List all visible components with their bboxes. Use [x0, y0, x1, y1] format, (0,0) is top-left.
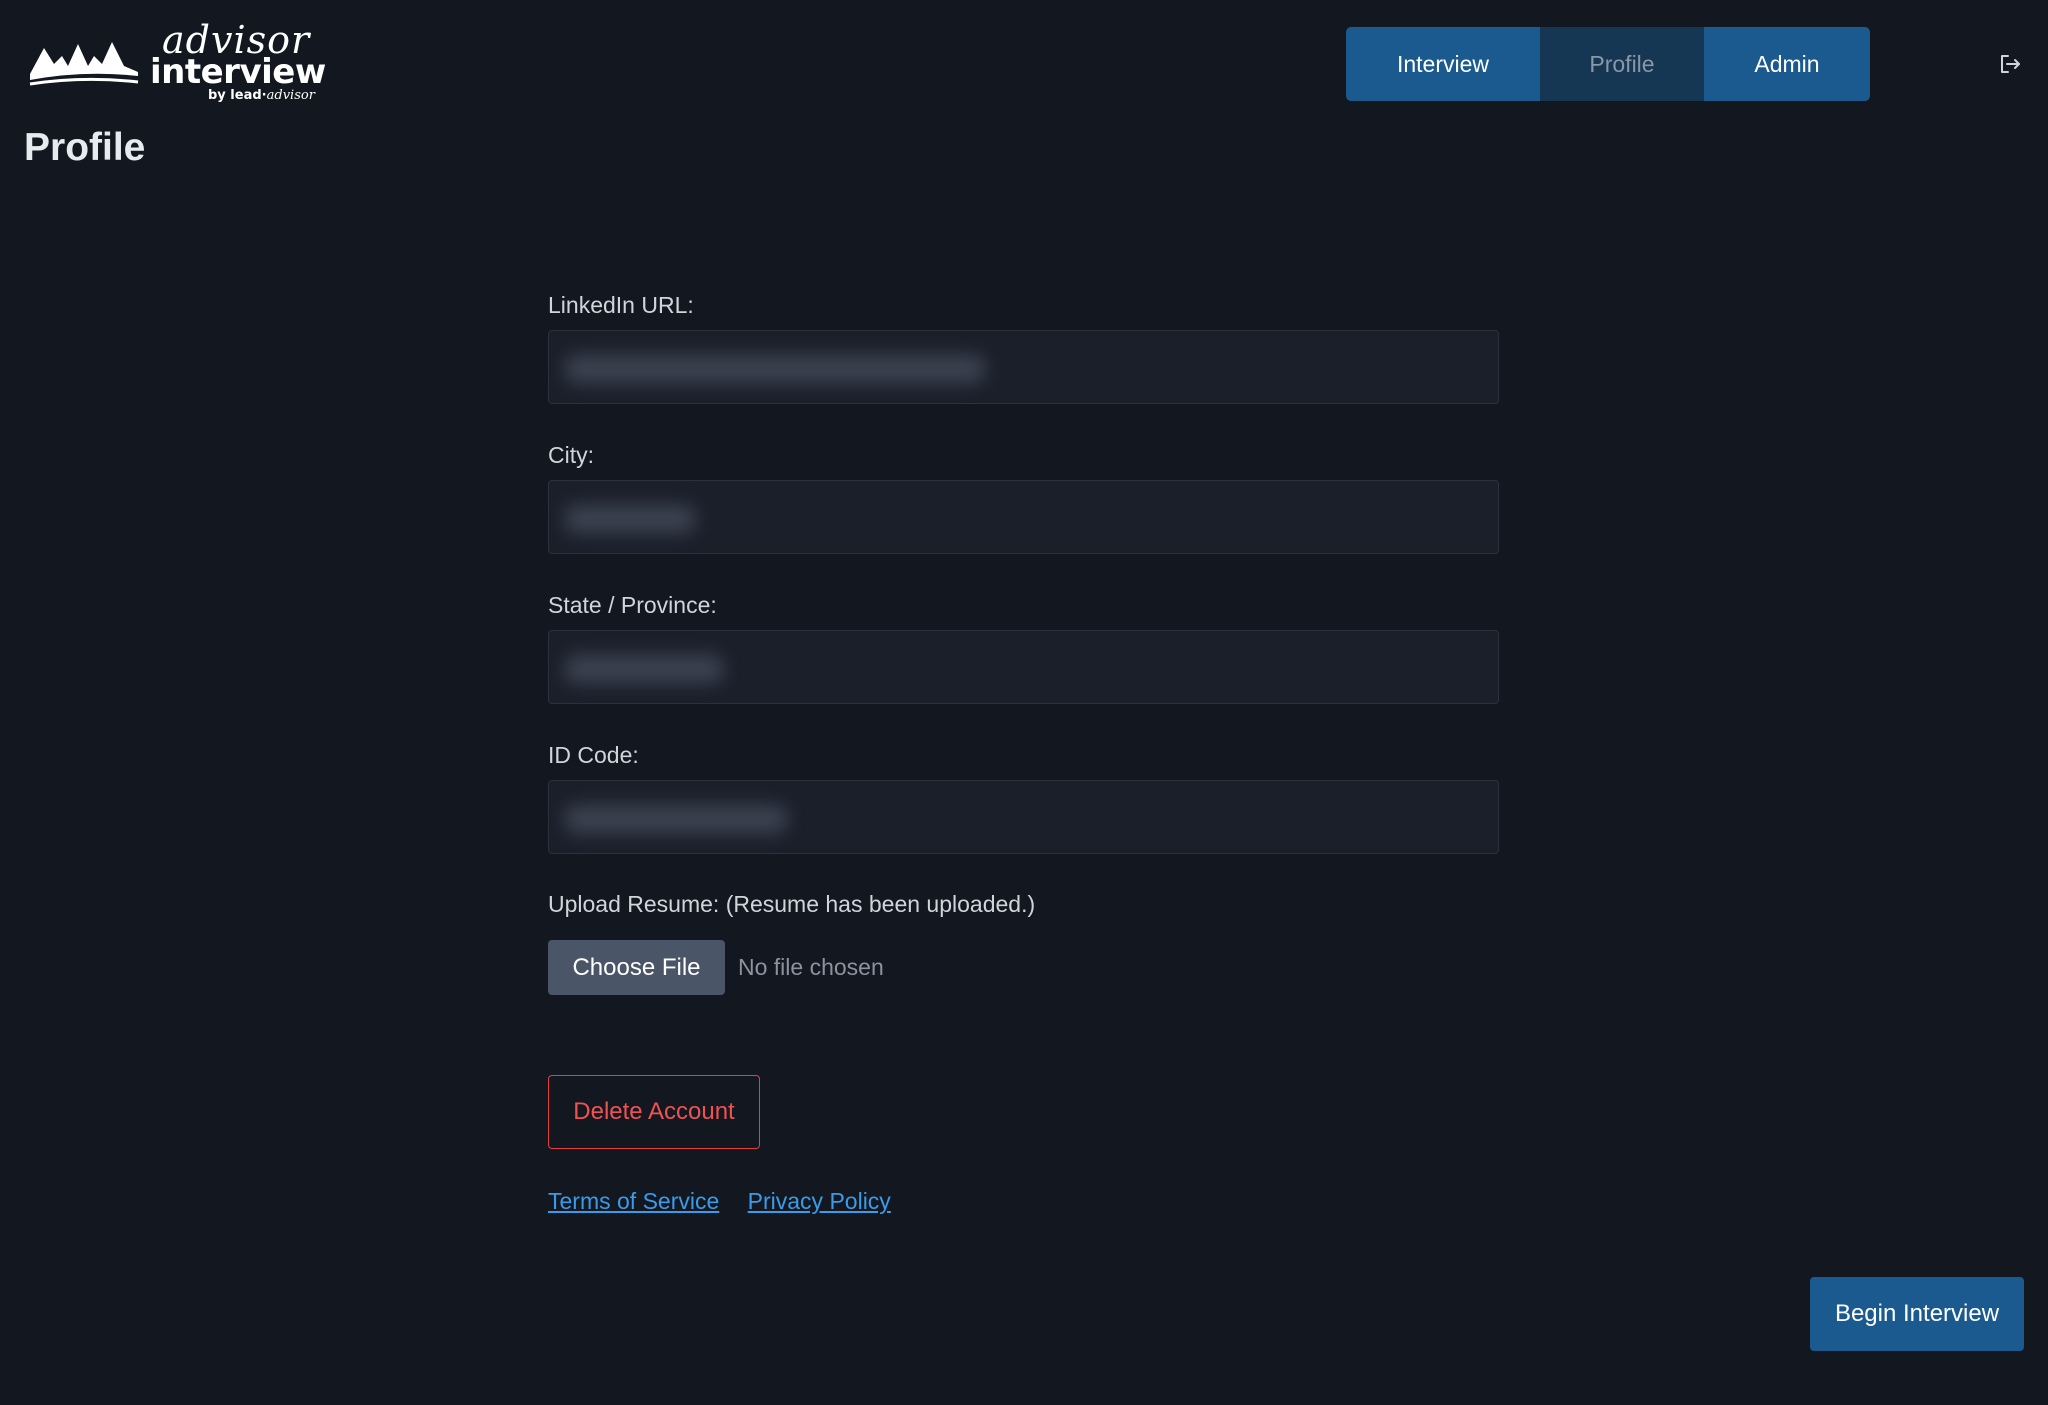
- linkedin-label: LinkedIn URL:: [548, 292, 694, 318]
- delete-account-button[interactable]: Delete Account: [548, 1075, 760, 1149]
- upload-resume-label: Upload Resume: (Resume has been uploaded…: [548, 891, 1036, 917]
- state-label: State / Province:: [548, 592, 717, 618]
- linkedin-url-input[interactable]: [548, 330, 1499, 404]
- terms-of-service-link[interactable]: Terms of Service: [548, 1188, 719, 1214]
- city-label: City:: [548, 442, 594, 468]
- begin-interview-button[interactable]: Begin Interview: [1810, 1277, 2024, 1351]
- no-file-status: No file chosen: [738, 954, 884, 980]
- state-province-input[interactable]: [548, 630, 1499, 704]
- logo-byline: by lead·advisor: [208, 88, 315, 103]
- redacted-value: [565, 805, 787, 833]
- logo-word-text: interview: [150, 52, 326, 92]
- city-input[interactable]: [548, 480, 1499, 554]
- privacy-policy-link[interactable]: Privacy Policy: [748, 1188, 891, 1214]
- advisor-interview-logo[interactable]: advisor interview by lead·advisor: [28, 18, 326, 103]
- page-title: Profile: [24, 126, 146, 169]
- choose-file-button[interactable]: Choose File: [548, 940, 725, 995]
- footer-links: Terms of Service Privacy Policy: [548, 1188, 913, 1215]
- logo-mark-icon: [29, 42, 139, 86]
- nav-tab-profile[interactable]: Profile: [1540, 27, 1704, 101]
- id-code-input[interactable]: [548, 780, 1499, 854]
- redacted-value: [565, 655, 723, 683]
- main-nav: Interview Profile Admin: [1346, 27, 1870, 101]
- id-code-label: ID Code:: [548, 742, 639, 768]
- redacted-value: [565, 505, 695, 533]
- logout-icon[interactable]: [1998, 52, 2022, 76]
- profile-page: advisor interview by lead·advisor Interv…: [0, 0, 2048, 1405]
- redacted-value: [565, 355, 985, 383]
- nav-tab-admin[interactable]: Admin: [1704, 27, 1870, 101]
- nav-tab-interview[interactable]: Interview: [1346, 27, 1540, 101]
